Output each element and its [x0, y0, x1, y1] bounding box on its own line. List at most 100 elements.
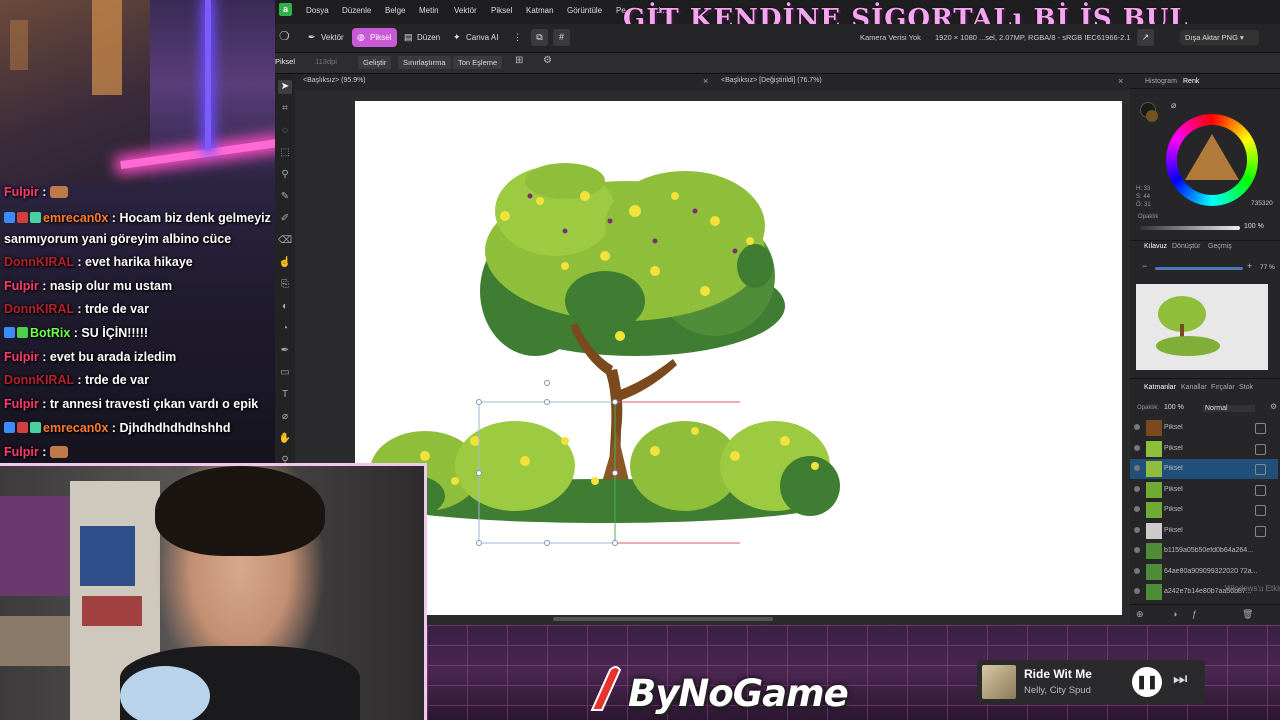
visibility-icon[interactable] — [1134, 485, 1140, 492]
chat-username[interactable]: BotRix — [30, 326, 70, 340]
layer-opacity-select[interactable]: 100 % — [1164, 404, 1184, 411]
blend-mode-select[interactable]: Normal — [1203, 405, 1255, 412]
eyedropper-icon[interactable]: ⌀ — [278, 410, 292, 424]
tab-stok[interactable]: Stok — [1239, 384, 1253, 391]
menu-katman[interactable]: Katman — [526, 6, 554, 15]
tab-kanallar[interactable]: Kanallar — [1181, 384, 1207, 391]
layer-lock-icon[interactable] — [1255, 505, 1266, 516]
gelistir-button[interactable]: Geliştir — [358, 56, 392, 69]
snapping-icon[interactable]: ⧉ — [531, 29, 548, 46]
tab-histogram[interactable]: Histogram — [1145, 78, 1177, 85]
menu-piksel[interactable]: Piksel — [491, 6, 512, 15]
paint-brush-icon[interactable]: ✎ — [278, 190, 292, 204]
clone-tool-icon[interactable]: ⎘ — [278, 278, 292, 292]
visibility-icon[interactable] — [1134, 526, 1140, 533]
pen-tool-icon[interactable]: ✒ — [278, 344, 292, 358]
visibility-icon[interactable] — [1134, 424, 1140, 430]
layer-settings-icon[interactable]: ⚙ — [1270, 402, 1277, 411]
menu-goruntule[interactable]: Görüntüle — [567, 6, 602, 15]
layer-lock-icon[interactable] — [1255, 423, 1266, 434]
tab-kilavuz[interactable]: Kılavuz — [1144, 243, 1167, 250]
document-canvas[interactable] — [355, 101, 1122, 615]
chat-username[interactable]: Fulpir — [4, 397, 39, 411]
add-layer-icon[interactable]: ⊕ — [1136, 609, 1144, 620]
chat-username[interactable]: Fulpir — [4, 185, 39, 199]
menu-duzenle[interactable]: Düzenle — [342, 6, 371, 15]
persona-piksel[interactable]: ◍ Piksel — [352, 28, 398, 47]
close-icon[interactable]: × — [1118, 76, 1123, 86]
chat-username[interactable]: DonnKIRAL — [4, 255, 74, 269]
hand-tool-icon[interactable]: ✋ — [278, 432, 292, 446]
erase-brush-icon[interactable]: ⌫ — [278, 234, 292, 248]
layer-row[interactable]: Piksel — [1130, 459, 1278, 479]
chat-username[interactable]: Fulpir — [4, 445, 39, 459]
zoom-slider[interactable] — [1155, 267, 1243, 270]
secondary-color-swatch[interactable] — [1146, 110, 1158, 122]
menu-dosya[interactable]: Dosya — [306, 6, 329, 15]
persona-canva-ai[interactable]: ✦ Canva AI — [448, 28, 504, 47]
chat-username[interactable]: emrecan0x — [43, 421, 108, 435]
chat-username[interactable]: Fulpir — [4, 279, 39, 293]
visibility-icon[interactable] — [1134, 465, 1140, 471]
layer-row[interactable]: Piksel — [1130, 418, 1278, 438]
export-png-button[interactable]: Dışa Aktar PNG ▾ — [1180, 30, 1259, 45]
sinirlastirma-button[interactable]: Sınırlaştırma — [398, 56, 451, 69]
tab-document-2[interactable]: <Başlıksız> [Değiştirildi] (76.7%) — [721, 77, 822, 84]
tab-gecmis[interactable]: Geçmiş — [1208, 243, 1232, 250]
next-track-icon[interactable]: ⏭ — [1173, 671, 1187, 689]
visibility-icon[interactable] — [1134, 444, 1140, 451]
close-icon[interactable]: × — [703, 76, 708, 86]
crop-tool-icon[interactable]: ⌗ — [278, 102, 292, 116]
menu-belge[interactable]: Belge — [385, 6, 405, 15]
color-wheel[interactable] — [1166, 114, 1258, 206]
zoom-out-icon[interactable]: − — [1142, 261, 1147, 271]
persona-duzen[interactable]: ▤ Düzen — [399, 28, 446, 47]
visibility-icon[interactable] — [1134, 547, 1140, 553]
layer-row[interactable]: b1159a05b50efd0b64a264... — [1130, 541, 1278, 561]
tree-artwork[interactable] — [355, 101, 1122, 615]
delete-layer-icon[interactable]: 🗑 — [1242, 609, 1253, 620]
tab-fircalar[interactable]: Fırçalar — [1211, 384, 1235, 391]
layer-lock-icon[interactable] — [1255, 484, 1266, 496]
marquee-tool-icon[interactable]: ⬚ — [278, 146, 292, 160]
chat-username[interactable]: Fulpir — [4, 350, 39, 364]
opacity-slider[interactable] — [1140, 226, 1240, 230]
layer-row[interactable]: Piksel — [1130, 500, 1278, 520]
tab-donustur[interactable]: Dönüştür — [1172, 243, 1200, 250]
layer-lock-icon[interactable] — [1255, 525, 1266, 537]
text-tool-icon[interactable]: T — [278, 388, 292, 402]
settings-icon[interactable]: ⚙ — [543, 55, 552, 66]
move-tool-icon[interactable]: ➤ — [278, 80, 292, 94]
tab-document-1[interactable]: <Başlıksız> (95.9%) — [303, 77, 366, 84]
zoom-in-icon[interactable]: + — [1247, 261, 1252, 271]
tab-katmanlar[interactable]: Katmanlar — [1144, 384, 1176, 391]
pen-mode-icon[interactable]: ↗ — [1137, 29, 1154, 46]
dodge-tool-icon[interactable]: ◔ — [278, 322, 292, 336]
layer-row[interactable]: 64ae80a909099322020 72a... — [1130, 562, 1278, 582]
tab-renk[interactable]: Renk — [1183, 78, 1199, 85]
navigator-preview[interactable] — [1136, 284, 1268, 370]
horizontal-scrollbar[interactable] — [553, 617, 773, 621]
visibility-icon[interactable] — [1134, 588, 1140, 594]
smudge-tool-icon[interactable]: ☝ — [278, 256, 292, 270]
layer-row[interactable]: Piksel — [1130, 439, 1278, 459]
persona-vektor[interactable]: ✒ Vektör — [303, 28, 350, 47]
fx-icon[interactable]: ƒ — [1192, 609, 1197, 619]
eyedropper-icon[interactable]: ⌀ — [1171, 100, 1176, 111]
pixel-grid-icon[interactable]: ⊞ — [515, 55, 523, 66]
selection-brush-icon[interactable]: ◌ — [278, 124, 292, 138]
ton-esleme-button[interactable]: Ton Eşleme — [453, 56, 503, 69]
fill-tool-icon[interactable]: ◐ — [278, 300, 292, 314]
layer-row[interactable]: Piksel — [1130, 480, 1278, 500]
menu-metin[interactable]: Metin — [419, 6, 439, 15]
chat-username[interactable]: DonnKIRAL — [4, 302, 74, 316]
visibility-icon[interactable] — [1134, 506, 1140, 512]
chat-username[interactable]: emrecan0x — [43, 211, 108, 225]
app-logo[interactable]: a — [279, 3, 292, 16]
pixel-brush-icon[interactable]: ✐ — [278, 212, 292, 226]
shape-tool-icon[interactable]: ▭ — [278, 366, 292, 380]
layer-lock-icon[interactable] — [1255, 464, 1266, 475]
pause-icon[interactable]: ❚❚ — [1132, 667, 1162, 697]
layer-lock-icon[interactable] — [1255, 443, 1266, 455]
adjustment-icon[interactable]: ◑ — [1172, 609, 1177, 619]
